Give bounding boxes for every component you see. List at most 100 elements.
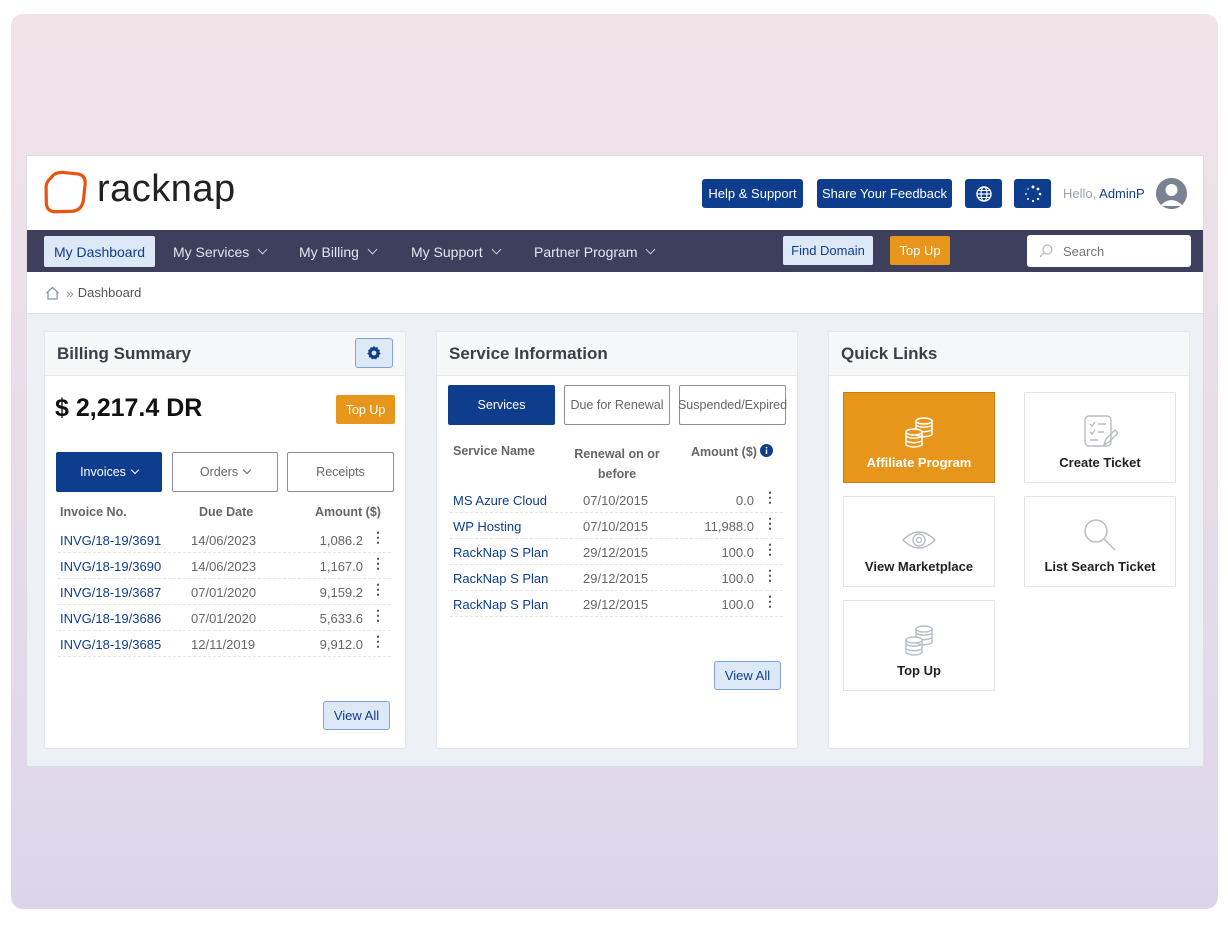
breadcrumb: » Dashboard <box>27 272 1203 314</box>
quicklink-list-search-ticket[interactable]: List Search Ticket <box>1024 496 1176 587</box>
greeting: Hello, AdminP <box>1063 186 1145 201</box>
chevron-down-icon <box>242 465 252 475</box>
quicklink-label: View Marketplace <box>864 559 974 574</box>
nav-label: My Billing <box>299 243 359 260</box>
top-up-nav-button[interactable]: Top Up <box>890 236 950 265</box>
chevron-down-icon <box>257 244 268 255</box>
billing-view-all-button[interactable]: View All <box>323 701 390 730</box>
quicklink-label: List Search Ticket <box>1044 559 1156 574</box>
table-row: INVG/18-19/3686 07/01/2020 5,633.6 ⋮ <box>58 605 391 631</box>
card-title: Billing Summary <box>57 343 192 363</box>
greeting-prefix: Hello, <box>1063 186 1097 201</box>
tab-services[interactable]: Services <box>448 385 555 425</box>
nav-label: My Support <box>411 243 483 260</box>
tab-label: Invoices <box>80 465 126 479</box>
renewal-date: 29/12/2015 <box>583 545 649 560</box>
chevron-down-icon <box>367 244 378 255</box>
card-header: Service Information <box>437 332 797 376</box>
service-link[interactable]: WP Hosting <box>453 519 521 534</box>
tab-invoices[interactable]: Invoices <box>56 452 162 492</box>
invoice-link[interactable]: INVG/18-19/3691 <box>60 533 161 548</box>
more-vertical-icon[interactable]: ⋮ <box>371 608 385 622</box>
checklist-edit-icon <box>1084 415 1118 447</box>
table-row: MS Azure Cloud 07/10/2015 0.0 ⋮ <box>450 487 783 513</box>
nav-partner-program[interactable]: Partner Program <box>534 236 656 267</box>
service-link[interactable]: RackNap S Plan <box>453 597 548 612</box>
coins-stack-icon <box>905 625 933 656</box>
more-vertical-icon[interactable]: ⋮ <box>763 568 777 582</box>
amount: 9,159.2 <box>319 585 363 600</box>
quicklink-top-up[interactable]: Top Up <box>843 600 995 691</box>
more-vertical-icon[interactable]: ⋮ <box>763 594 777 608</box>
billing-settings-button[interactable] <box>355 338 393 368</box>
more-vertical-icon[interactable]: ⋮ <box>763 490 777 504</box>
search-box <box>1027 235 1191 267</box>
tab-due-for-renewal[interactable]: Due for Renewal <box>564 385 670 425</box>
nav-my-billing[interactable]: My Billing <box>299 236 378 267</box>
search-input[interactable] <box>1063 243 1173 259</box>
more-vertical-icon[interactable]: ⋮ <box>371 634 385 648</box>
card-header: Billing Summary <box>45 332 405 376</box>
more-vertical-icon[interactable]: ⋮ <box>763 516 777 530</box>
service-information-card: Service Information Services Due for Ren… <box>436 331 798 749</box>
racknap-logo[interactable]: racknap <box>43 168 236 214</box>
invoice-link[interactable]: INVG/18-19/3685 <box>60 637 161 652</box>
main-nav: My Dashboard My Services My Billing My S… <box>27 230 1203 272</box>
service-view-all-button[interactable]: View All <box>714 661 781 690</box>
quicklink-label: Affiliate Program <box>866 455 972 470</box>
gear-icon <box>367 345 381 360</box>
invoice-link[interactable]: INVG/18-19/3690 <box>60 559 161 574</box>
invoice-link[interactable]: INVG/18-19/3687 <box>60 585 161 600</box>
chevron-down-icon <box>491 244 502 255</box>
home-icon[interactable] <box>45 286 60 300</box>
top-up-button[interactable]: Top Up <box>336 395 395 424</box>
more-vertical-icon[interactable]: ⋮ <box>763 542 777 556</box>
service-link[interactable]: RackNap S Plan <box>453 545 548 560</box>
renewal-date: 07/10/2015 <box>583 493 649 508</box>
quick-links-card: Quick Links Affiliate Program Create Tic… <box>828 331 1190 749</box>
balance-amount: $ 2,217.4 DR <box>55 394 203 422</box>
invoice-link[interactable]: INVG/18-19/3686 <box>60 611 161 626</box>
share-feedback-button[interactable]: Share Your Feedback <box>817 179 952 208</box>
table-row: INVG/18-19/3687 07/01/2020 9,159.2 ⋮ <box>58 579 391 605</box>
magnifier-icon <box>1084 519 1116 551</box>
more-vertical-icon[interactable]: ⋮ <box>371 582 385 596</box>
nav-my-dashboard[interactable]: My Dashboard <box>44 236 156 267</box>
table-row: INVG/18-19/3691 14/06/2023 1,086.2 ⋮ <box>58 527 391 553</box>
col-due-date: Due Date <box>199 505 254 519</box>
language-button[interactable] <box>965 179 1002 208</box>
quicklink-create-ticket[interactable]: Create Ticket <box>1024 392 1176 483</box>
renewal-date: 07/10/2015 <box>583 519 649 534</box>
card-title: Service Information <box>449 343 608 363</box>
quicklink-affiliate-program[interactable]: Affiliate Program <box>843 392 995 483</box>
more-vertical-icon[interactable]: ⋮ <box>371 556 385 570</box>
chevron-down-icon <box>130 465 140 475</box>
apps-loader-button[interactable] <box>1014 179 1051 208</box>
quicklink-view-marketplace[interactable]: View Marketplace <box>843 496 995 587</box>
col-invoice-no: Invoice No. <box>60 505 127 519</box>
service-link[interactable]: MS Azure Cloud <box>453 493 547 508</box>
avatar[interactable] <box>1156 178 1187 209</box>
tab-receipts[interactable]: Receipts <box>287 452 394 492</box>
user-avatar-icon <box>1156 178 1187 209</box>
help-support-button[interactable]: Help & Support <box>702 179 803 208</box>
nav-my-services[interactable]: My Services <box>173 236 268 267</box>
chevron-down-icon <box>646 244 656 255</box>
find-domain-button[interactable]: Find Domain <box>783 236 873 265</box>
service-link[interactable]: RackNap S Plan <box>453 571 548 586</box>
tab-suspended-expired[interactable]: Suspended/Expired <box>678 385 787 425</box>
table-row: RackNap S Plan 29/12/2015 100.0 ⋮ <box>450 591 783 617</box>
info-icon[interactable] <box>760 444 774 457</box>
amount: 100.0 <box>721 597 754 612</box>
tab-orders[interactable]: Orders <box>172 452 278 492</box>
amount: 1,086.2 <box>319 533 363 548</box>
header: racknap Help & Support Share Your Feedba… <box>27 156 1203 230</box>
col-amount-label: Amount ($) <box>691 445 757 459</box>
user-name[interactable]: AdminP <box>1099 186 1145 201</box>
nav-label: Partner Program <box>534 243 638 260</box>
amount: 9,912.0 <box>319 637 363 652</box>
due-date: 12/11/2019 <box>191 637 256 652</box>
due-date: 14/06/2023 <box>191 559 257 574</box>
more-vertical-icon[interactable]: ⋮ <box>371 530 385 544</box>
nav-my-support[interactable]: My Support <box>411 236 502 267</box>
